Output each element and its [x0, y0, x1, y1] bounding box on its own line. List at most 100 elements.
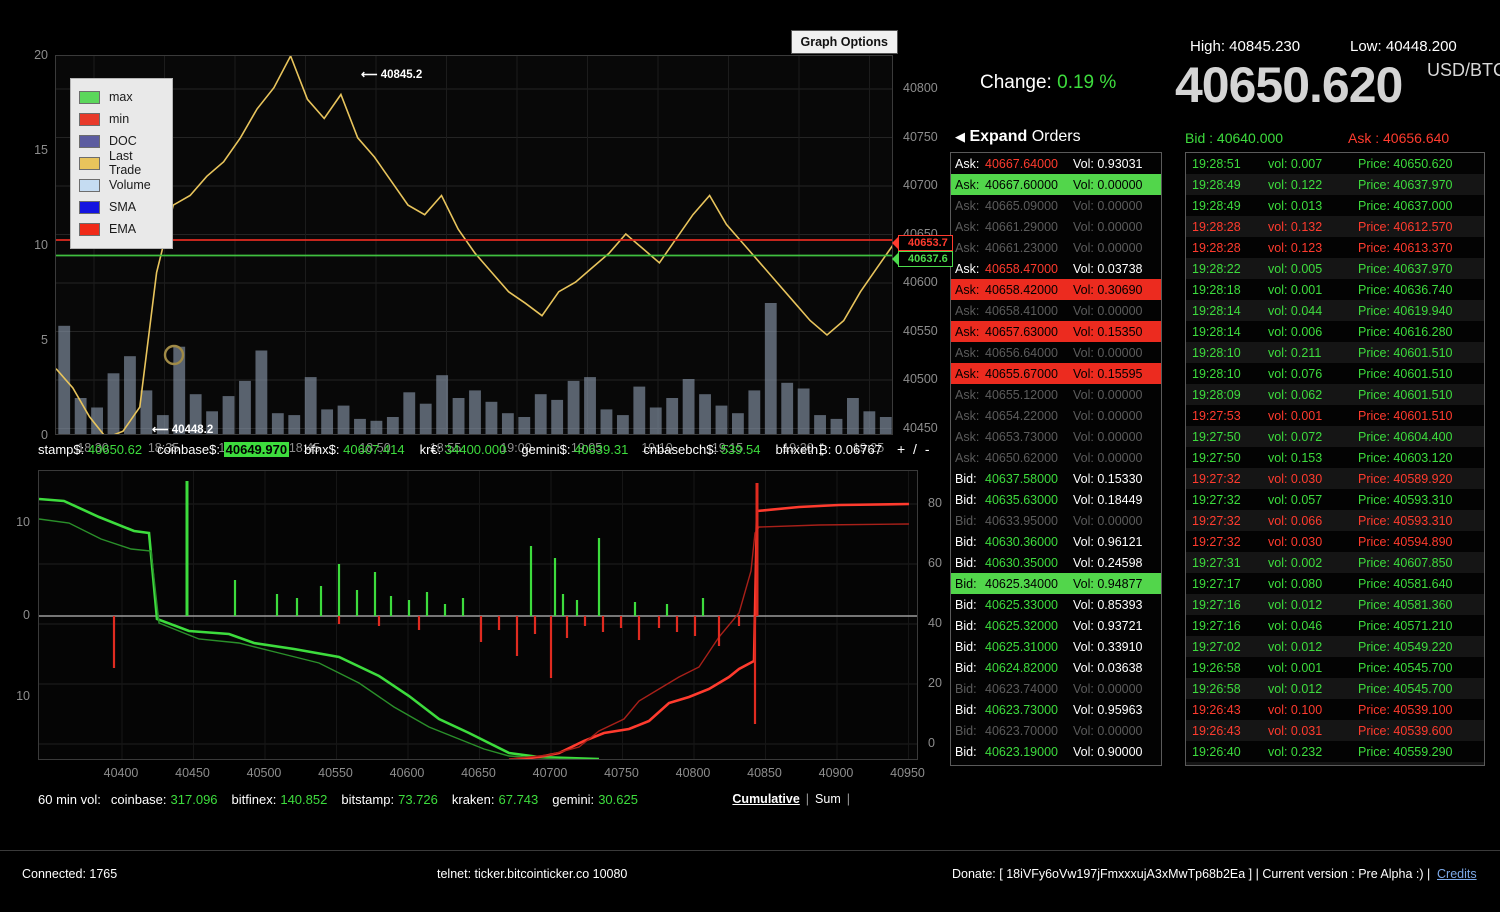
order-book-row[interactable]: Ask:40655.12000Vol: 0.00000: [951, 384, 1161, 405]
trade-row[interactable]: 19:27:16vol: 0.012Price: 40581.360: [1186, 594, 1484, 615]
trade-row[interactable]: 19:28:51vol: 0.007Price: 40650.620: [1186, 153, 1484, 174]
order-book-row[interactable]: Ask:40656.64000Vol: 0.00000: [951, 342, 1161, 363]
order-book-row[interactable]: Bid:40625.34000Vol: 0.94877: [951, 573, 1161, 594]
order-book-row[interactable]: Bid:40623.19000Vol: 0.90000: [951, 741, 1161, 762]
legend-item-volume[interactable]: Volume: [79, 174, 164, 196]
trade-time: 19:27:16: [1192, 619, 1268, 633]
trade-volume: vol: 0.153: [1268, 451, 1358, 465]
trade-row[interactable]: 19:26:58vol: 0.012Price: 40545.700: [1186, 678, 1484, 699]
order-book-row[interactable]: Bid:40633.95000Vol: 0.00000: [951, 510, 1161, 531]
trade-row[interactable]: 19:28:49vol: 0.122Price: 40637.970: [1186, 174, 1484, 195]
order-book-row[interactable]: Ask:40653.73000Vol: 0.00000: [951, 426, 1161, 447]
trade-row[interactable]: 19:27:50vol: 0.072Price: 40604.400: [1186, 426, 1484, 447]
legend-item-ema[interactable]: EMA: [79, 218, 164, 240]
order-book-row[interactable]: Ask:40658.42000Vol: 0.30690: [951, 279, 1161, 300]
trade-row[interactable]: 19:26:40vol: 0.162Price: 40551.810: [1186, 762, 1484, 766]
trade-row[interactable]: 19:27:32vol: 0.057Price: 40593.310: [1186, 489, 1484, 510]
order-book-row[interactable]: Ask:40661.23000Vol: 0.00000: [951, 237, 1161, 258]
order-side-label: Bid:: [955, 535, 985, 549]
order-book-row[interactable]: Bid:40625.32000Vol: 0.93721: [951, 615, 1161, 636]
trade-price: Price: 40593.310: [1358, 514, 1484, 528]
trade-row[interactable]: 19:26:43vol: 0.100Price: 40539.100: [1186, 699, 1484, 720]
order-book-row[interactable]: Ask:40657.63000Vol: 0.15350: [951, 321, 1161, 342]
trade-price: Price: 40571.210: [1358, 619, 1484, 633]
depth-plot-area[interactable]: [38, 470, 918, 760]
order-book-row[interactable]: Ask:40661.29000Vol: 0.00000: [951, 216, 1161, 237]
depth-y-tick-right: 80: [928, 496, 942, 510]
ticker-kr[interactable]: kr€: 34400.000: [420, 442, 507, 457]
order-book-row[interactable]: Bid:40625.33000Vol: 0.85393: [951, 594, 1161, 615]
trade-row[interactable]: 19:27:02vol: 0.012Price: 40549.220: [1186, 636, 1484, 657]
ticker-coinbase[interactable]: coinbase$: 40649.970: [157, 442, 289, 457]
legend-item-max[interactable]: max: [79, 86, 164, 108]
trade-row[interactable]: 19:27:32vol: 0.030Price: 40589.920: [1186, 468, 1484, 489]
order-book-row[interactable]: Bid:40625.31000Vol: 0.33910: [951, 636, 1161, 657]
order-book-row[interactable]: Bid:40621.75000Vol: 0.00000: [951, 762, 1161, 766]
ticker-gemini[interactable]: gemini$: 40639.31: [521, 442, 628, 457]
trade-row[interactable]: 19:27:32vol: 0.030Price: 40594.890: [1186, 531, 1484, 552]
ticker-bfnxeth[interactable]: bfnxeth₿: 0.06767: [775, 442, 882, 457]
legend-item-min[interactable]: min: [79, 108, 164, 130]
trade-row[interactable]: 19:27:53vol: 0.001Price: 40601.510: [1186, 405, 1484, 426]
trade-row[interactable]: 19:26:43vol: 0.031Price: 40539.600: [1186, 720, 1484, 741]
trade-row[interactable]: 19:26:58vol: 0.001Price: 40545.700: [1186, 657, 1484, 678]
credits-link[interactable]: Credits: [1437, 867, 1477, 881]
trade-row[interactable]: 19:27:32vol: 0.066Price: 40593.310: [1186, 510, 1484, 531]
trade-row[interactable]: 19:28:22vol: 0.005Price: 40637.970: [1186, 258, 1484, 279]
trade-row[interactable]: 19:28:14vol: 0.044Price: 40619.940: [1186, 300, 1484, 321]
order-book-row[interactable]: Bid:40635.63000Vol: 0.18449: [951, 489, 1161, 510]
depth-mode-sum[interactable]: Sum: [809, 792, 847, 806]
trade-row[interactable]: 19:28:09vol: 0.062Price: 40601.510: [1186, 384, 1484, 405]
zoom-controls[interactable]: + / -: [897, 441, 932, 457]
trade-row[interactable]: 19:27:16vol: 0.046Price: 40571.210: [1186, 615, 1484, 636]
expand-orders-toggle[interactable]: ◀ Expand Orders: [955, 128, 1081, 146]
trade-row[interactable]: 19:26:40vol: 0.232Price: 40559.290: [1186, 741, 1484, 762]
order-book-row[interactable]: Ask:40667.60000Vol: 0.00000: [951, 174, 1161, 195]
volume-exchange-label: kraken:: [452, 792, 495, 807]
trade-row[interactable]: 19:28:28vol: 0.123Price: 40613.370: [1186, 237, 1484, 258]
order-volume: Vol: 0.93721: [1073, 619, 1161, 633]
trade-row[interactable]: 19:28:28vol: 0.132Price: 40612.570: [1186, 216, 1484, 237]
order-volume: Vol: 0.00000: [1073, 514, 1161, 528]
order-book-row[interactable]: Bid:40637.58000Vol: 0.15330: [951, 468, 1161, 489]
trade-row[interactable]: 19:27:17vol: 0.080Price: 40581.640: [1186, 573, 1484, 594]
order-side-label: Bid:: [955, 493, 985, 507]
order-book-row[interactable]: Ask:40667.64000Vol: 0.93031: [951, 153, 1161, 174]
depth-y-tick-left: 10: [0, 689, 30, 703]
ticker-exchange-label: bfnxeth₿:: [775, 442, 831, 457]
trade-volume: vol: 0.044: [1268, 304, 1358, 318]
order-book-row[interactable]: Ask:40650.62000Vol: 0.00000: [951, 447, 1161, 468]
order-book-row[interactable]: Bid:40623.74000Vol: 0.00000: [951, 678, 1161, 699]
price-plot-area[interactable]: [55, 55, 893, 435]
trade-row[interactable]: 19:28:18vol: 0.001Price: 40636.740: [1186, 279, 1484, 300]
order-book-row[interactable]: Ask:40658.41000Vol: 0.00000: [951, 300, 1161, 321]
trade-row[interactable]: 19:28:10vol: 0.076Price: 40601.510: [1186, 363, 1484, 384]
legend-item-sma[interactable]: SMA: [79, 196, 164, 218]
legend-item-last-trade[interactable]: Last Trade: [79, 152, 164, 174]
trade-row[interactable]: 19:28:10vol: 0.211Price: 40601.510: [1186, 342, 1484, 363]
graph-options-button[interactable]: Graph Options: [791, 30, 899, 54]
ticker-bfnx[interactable]: bfnx$: 40607.414: [304, 442, 405, 457]
trade-row[interactable]: 19:28:14vol: 0.006Price: 40616.280: [1186, 321, 1484, 342]
trade-row[interactable]: 19:27:50vol: 0.153Price: 40603.120: [1186, 447, 1484, 468]
order-side-label: Ask:: [955, 262, 985, 276]
order-book-row[interactable]: Bid:40630.36000Vol: 0.96121: [951, 531, 1161, 552]
ticker-cnbasebch[interactable]: cnbasebch$: 539.54: [643, 442, 760, 457]
trade-row[interactable]: 19:27:31vol: 0.002Price: 40607.850: [1186, 552, 1484, 573]
order-book-row[interactable]: Ask:40654.22000Vol: 0.00000: [951, 405, 1161, 426]
depth-mode-toggle[interactable]: Cumulative|Sum|: [726, 792, 850, 806]
order-book-row[interactable]: Ask:40665.09000Vol: 0.00000: [951, 195, 1161, 216]
order-side-label: Ask:: [955, 220, 985, 234]
trade-price: Price: 40637.970: [1358, 262, 1484, 276]
trade-row[interactable]: 19:28:49vol: 0.013Price: 40637.000: [1186, 195, 1484, 216]
order-book-row[interactable]: Bid:40630.35000Vol: 0.24598: [951, 552, 1161, 573]
order-book-row[interactable]: Bid:40624.82000Vol: 0.03638: [951, 657, 1161, 678]
order-book-row[interactable]: Ask:40658.47000Vol: 0.03738: [951, 258, 1161, 279]
order-book-row[interactable]: Bid:40623.70000Vol: 0.00000: [951, 720, 1161, 741]
ticker-stamp[interactable]: stamp$: 40650.62: [38, 442, 142, 457]
depth-mode-cumulative[interactable]: Cumulative: [726, 792, 805, 806]
order-book-row[interactable]: Bid:40623.73000Vol: 0.95963: [951, 699, 1161, 720]
order-book-row[interactable]: Ask:40655.67000Vol: 0.15595: [951, 363, 1161, 384]
order-book[interactable]: Ask:40667.64000Vol: 0.93031Ask:40667.600…: [950, 152, 1162, 766]
trade-feed[interactable]: 19:28:51vol: 0.007Price: 40650.62019:28:…: [1185, 152, 1485, 766]
